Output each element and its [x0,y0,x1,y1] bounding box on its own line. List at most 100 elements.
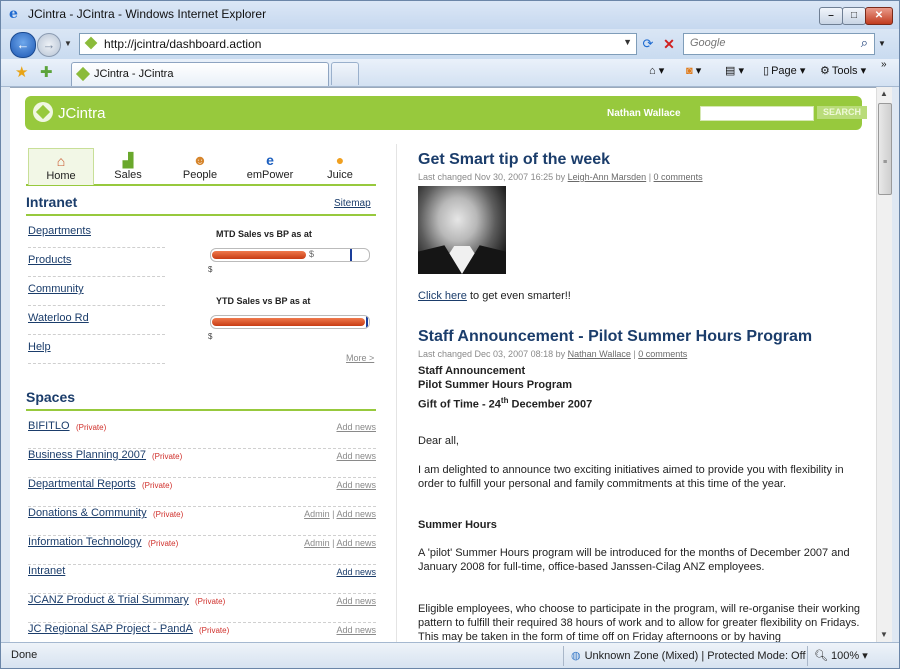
status-separator-2 [807,646,808,666]
nav-products[interactable]: Products [28,254,165,277]
address-url[interactable]: http://jcintra/dashboard.action [104,37,261,51]
search-box[interactable]: ⌕ [683,33,875,55]
stop-button[interactable]: ✕ [659,34,679,54]
add-favorites-icon[interactable]: ✚ [40,63,53,81]
announcement-author-link[interactable]: Nathan Wallace [568,349,631,359]
close-button[interactable]: ✕ [865,7,893,25]
space-row: Departmental Reports (Private) Add news [28,478,376,507]
space-row: Donations & Community (Private) Admin | Ad… [28,507,376,536]
space-link[interactable]: Information Technology [28,536,142,548]
space-actions: Add news [336,422,376,432]
title-bar: e JCintra - JCintra - Windows Internet E… [1,1,899,29]
search-dropdown-icon[interactable]: ▼ [878,39,886,48]
page-icon: ▯ [763,65,770,77]
address-bar[interactable]: http://jcintra/dashboard.action ▼ [79,33,637,55]
space-link[interactable]: Intranet [28,565,65,577]
tools-menu[interactable]: ⚙ Tools ▾ [820,64,866,77]
sitemap-link[interactable]: Sitemap [334,198,371,209]
announcement-title[interactable]: Staff Announcement - Pilot Summer Hours … [418,328,812,346]
add-news-link[interactable]: Add news [336,567,376,577]
space-link[interactable]: Donations & Community [28,507,147,519]
tip-title[interactable]: Get Smart tip of the week [418,151,610,169]
scroll-thumb[interactable]: ≡ [878,103,892,195]
page-menu[interactable]: ▯ Page ▾ [763,64,805,77]
address-dropdown-icon[interactable]: ▼ [623,37,632,47]
tip-comments-link[interactable]: 0 comments [654,172,703,182]
site-brand[interactable]: JCintra [58,105,106,122]
tab-people[interactable]: ☻ People [168,148,232,184]
nav-waterloo-rd[interactable]: Waterloo Rd [28,312,165,335]
tab-juice[interactable]: ● Juice [308,148,372,184]
add-news-link[interactable]: Add news [336,509,376,519]
nav-departments[interactable]: Departments [28,225,165,248]
space-link[interactable]: JCANZ Product & Trial Summary [28,594,189,606]
mtd-sales-bar: $ [210,248,370,262]
maximize-button[interactable]: □ [842,7,866,25]
nav-help[interactable]: Help [28,341,165,364]
scroll-down-icon[interactable]: ▼ [880,630,888,639]
admin-link[interactable]: Admin [304,538,330,548]
add-news-link[interactable]: Add news [336,480,376,490]
scroll-up-icon[interactable]: ▲ [880,89,888,98]
portal-tabs: ⌂ Home ▟ Sales ☻ People e emPower ● Juic… [26,146,376,186]
tab-juice-label: Juice [327,169,353,181]
tip-meta: Last changed Nov 30, 2007 16:25 by Leigh… [418,172,703,182]
mtd-sales-label: MTD Sales vs BP as at [216,229,312,239]
add-news-link[interactable]: Add news [336,451,376,461]
tab-home[interactable]: ⌂ Home [28,148,94,185]
click-here-link[interactable]: Click here [418,290,467,302]
announcement-subhead: Summer Hours [418,519,497,531]
refresh-button[interactable]: ⟳ [638,34,658,54]
add-news-link[interactable]: Add news [336,625,376,635]
status-bar: Done ◍ Unknown Zone (Mixed) | Protected M… [1,642,899,668]
favorites-star-icon[interactable]: ★ [15,63,28,81]
back-arrow-icon: ← [16,37,30,52]
more-link[interactable]: More > [346,353,374,363]
search-input[interactable] [688,36,842,50]
tab-jcintra[interactable]: JCintra - JCintra [71,62,329,86]
space-link[interactable]: BIFITLO [28,420,70,432]
chevron-more-icon[interactable]: » [881,59,887,70]
announcement-para3: Eligible employees, who choose to partic… [418,603,861,643]
window-title: JCintra - JCintra - Windows Internet Exp… [28,7,267,21]
announcement-line1: Staff Announcement [418,365,526,377]
space-link[interactable]: JC Regional SAP Project - PandA [28,623,193,635]
vertical-scrollbar[interactable]: ▲ ≡ ▼ [876,87,892,642]
tab-empower[interactable]: e emPower [238,148,302,184]
back-button[interactable]: ← [10,32,36,58]
minimize-button[interactable]: – [819,7,843,25]
click-here-rest: to get even smarter!! [469,290,571,302]
space-row: Intranet Add news [28,565,376,594]
nav-community[interactable]: Community [28,283,165,306]
add-news-link[interactable]: Add news [336,596,376,606]
zoom-control[interactable]: 🔍︎ 100% ▾ [814,649,868,662]
line3-text-b: December 2007 [511,398,593,411]
print-button[interactable]: ▤ ▾ [725,64,744,77]
site-search-button[interactable]: SEARCH [817,106,867,119]
announcement-meta-prefix: Last changed Dec 03, 2007 08:18 by [418,349,566,359]
rss-icon: ◙ [686,65,693,77]
search-icon[interactable]: ⌕ [861,35,868,51]
tip-author-link[interactable]: Leigh-Ann Marsden [568,172,647,182]
add-news-link[interactable]: Add news [336,538,376,548]
page-menu-label: Page [771,65,797,77]
space-row: Business Planning 2007 (Private) Add news [28,449,376,478]
feeds-button[interactable]: ◙ ▾ [686,64,701,77]
forward-button[interactable]: → [37,33,61,57]
tab-favicon-icon [75,66,91,82]
history-dropdown-icon[interactable]: ▼ [64,39,72,48]
user-name[interactable]: Nathan Wallace [607,108,681,119]
space-link[interactable]: Departmental Reports [28,478,136,490]
globe-icon: ◍ [571,650,581,662]
tab-home-label: Home [46,170,76,182]
home-button[interactable]: ⌂ ▾ [649,64,664,77]
admin-link[interactable]: Admin [304,509,330,519]
security-zone[interactable]: ◍ Unknown Zone (Mixed) | Protected Mode: … [571,649,806,662]
new-tab-button[interactable] [331,62,359,85]
tab-sales[interactable]: ▟ Sales [96,148,160,184]
site-search-input[interactable] [700,106,814,121]
mtd-target-marker [350,249,352,261]
space-link[interactable]: Business Planning 2007 [28,449,146,461]
announcement-comments-link[interactable]: 0 comments [638,349,687,359]
add-news-link[interactable]: Add news [336,422,376,432]
